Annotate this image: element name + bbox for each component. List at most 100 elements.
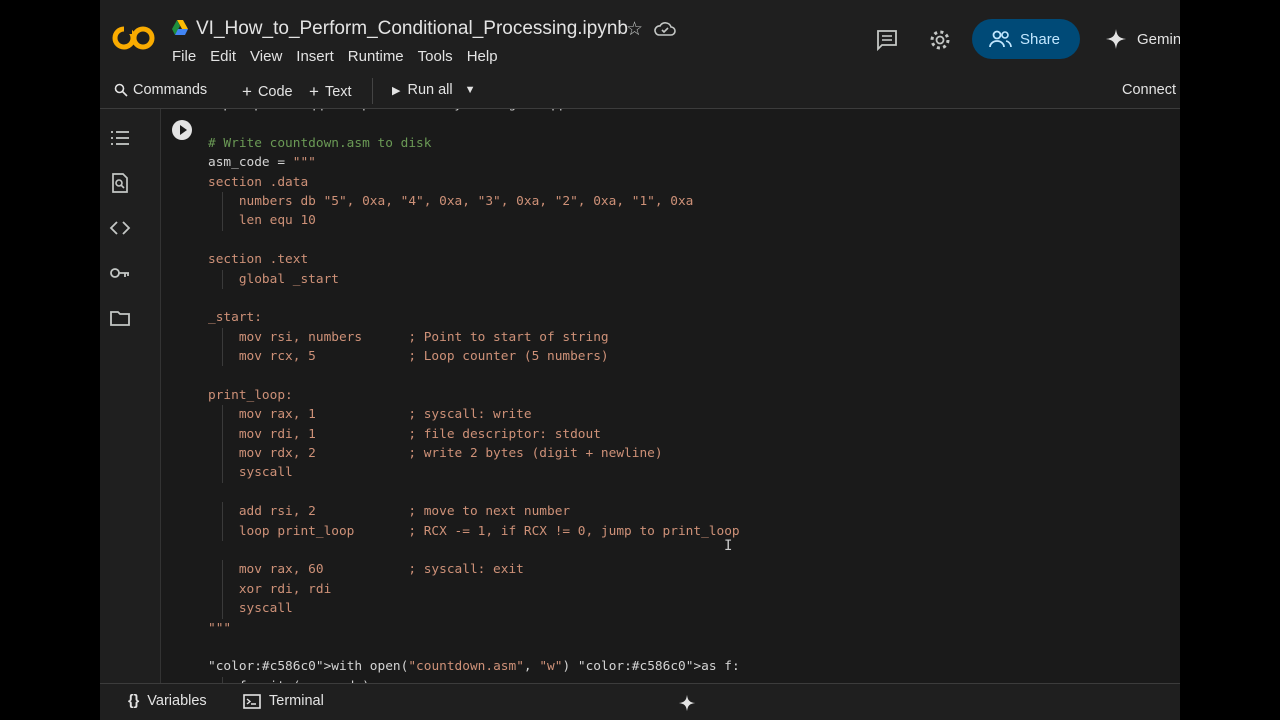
header: VI_How_to_Perform_Conditional_Processing… xyxy=(100,0,1180,74)
commands-label: Commands xyxy=(133,82,208,98)
run-all-button[interactable]: ▶ Run all ▼ xyxy=(392,82,476,98)
notebook-title[interactable]: VI_How_to_Perform_Conditional_Processing… xyxy=(196,18,628,40)
code-line: mov rax, 1 ; syscall: write xyxy=(208,405,740,425)
menu-help[interactable]: Help xyxy=(467,48,498,65)
play-icon: ▶ xyxy=(392,84,401,97)
code-line: section .text xyxy=(208,252,309,268)
indent-guide xyxy=(222,327,223,348)
code-line: # Write countdown.asm to disk xyxy=(208,135,432,151)
indent-guide xyxy=(222,347,223,367)
connect-label: Connect xyxy=(1122,82,1177,98)
code-line: loop print_loop ; RCX -= 1, if RCX != 0,… xyxy=(208,521,740,541)
star-icon[interactable]: ☆ xyxy=(626,18,643,41)
indent-guide xyxy=(222,579,223,600)
code-line: asm_code = """ xyxy=(208,155,316,171)
variables-button[interactable]: {} Variables xyxy=(128,693,207,709)
gemini-sparkle-icon xyxy=(1106,29,1126,49)
code-editor[interactable]: !apt update -qq && apt install -y nasm g… xyxy=(208,109,740,683)
table-of-contents-icon[interactable] xyxy=(109,127,131,149)
toolbar-divider xyxy=(372,78,373,104)
code-line: global _start xyxy=(208,269,740,289)
bottom-bar: {} Variables Terminal xyxy=(100,683,1180,720)
menu-tools[interactable]: Tools xyxy=(418,48,453,65)
run-all-label: Run all xyxy=(407,82,453,98)
code-line: mov rsi, numbers ; Point to start of str… xyxy=(208,327,740,348)
code-line: """ xyxy=(208,620,232,636)
files-folder-icon[interactable] xyxy=(109,307,131,329)
code-line: "color:#c586c0">with open("countdown.asm… xyxy=(208,659,740,675)
menu-file[interactable]: File xyxy=(172,48,196,65)
gemini-sparkle-icon[interactable] xyxy=(678,694,696,712)
text-label: Text xyxy=(324,84,352,100)
code-label: Code xyxy=(257,84,293,100)
share-button[interactable]: Share xyxy=(972,19,1080,59)
indent-guide xyxy=(222,405,223,425)
indent-guide xyxy=(222,424,223,445)
indent-guide xyxy=(222,521,223,541)
search-icon xyxy=(114,83,128,97)
dropdown-arrow-icon[interactable]: ▼ xyxy=(465,84,476,96)
settings-gear-icon[interactable] xyxy=(928,28,952,52)
comment-icon[interactable] xyxy=(875,28,899,52)
code-snippets-icon[interactable] xyxy=(109,217,131,239)
indent-guide xyxy=(222,599,223,619)
add-code-button[interactable]: + Code xyxy=(242,82,293,102)
braces-icon: {} xyxy=(128,693,140,709)
commands-button[interactable]: Commands xyxy=(114,82,207,98)
code-line: mov rcx, 5 ; Loop counter (5 numbers) xyxy=(208,347,740,367)
left-rail xyxy=(100,109,140,683)
secrets-key-icon[interactable] xyxy=(109,262,131,284)
code-line: mov rdi, 1 ; file descriptor: stdout xyxy=(208,424,740,445)
add-text-button[interactable]: + Text xyxy=(309,82,352,102)
code-cell[interactable]: !apt update -qq && apt install -y nasm g… xyxy=(160,109,1180,683)
indent-guide xyxy=(222,560,223,580)
indent-guide xyxy=(222,269,223,289)
menu-view[interactable]: View xyxy=(250,48,282,65)
colab-logo-icon[interactable] xyxy=(112,24,156,52)
gemini-button[interactable]: Gemini xyxy=(1105,28,1180,50)
cloud-saved-icon xyxy=(654,22,676,36)
code-line: xor rdi, rdi xyxy=(208,579,740,600)
gemini-label: Gemini xyxy=(1137,30,1180,48)
people-icon xyxy=(989,30,1012,48)
indent-guide xyxy=(222,444,223,464)
menu-runtime[interactable]: Runtime xyxy=(348,48,404,65)
run-cell-button[interactable] xyxy=(172,120,192,140)
menu-bar: File Edit View Insert Runtime Tools Help xyxy=(172,48,512,65)
code-line: numbers db "5", 0xa, "4", 0xa, "3", 0xa,… xyxy=(208,191,740,212)
connect-button[interactable]: Connect xyxy=(1122,82,1176,98)
code-line: mov rdx, 2 ; write 2 bytes (digit + newl… xyxy=(208,444,740,464)
plus-icon: + xyxy=(309,82,319,101)
drive-icon[interactable] xyxy=(171,19,189,37)
code-line: _start: xyxy=(208,310,262,326)
menu-insert[interactable]: Insert xyxy=(296,48,334,65)
indent-guide xyxy=(222,211,223,231)
colab-window: VI_How_to_Perform_Conditional_Processing… xyxy=(100,0,1180,720)
terminal-label: Terminal xyxy=(269,693,324,709)
indent-guide xyxy=(222,463,223,483)
share-label: Share xyxy=(1020,30,1061,48)
code-line: add rsi, 2 ; move to next number xyxy=(208,502,740,522)
code-line: print_loop: xyxy=(208,387,293,403)
menu-edit[interactable]: Edit xyxy=(210,48,236,65)
terminal-button[interactable]: Terminal xyxy=(243,693,324,709)
variables-label: Variables xyxy=(147,693,207,709)
toolbar: Commands + Code + Text ▶ Run all ▼ Conne… xyxy=(100,74,1180,109)
code-line: len equ 10 xyxy=(208,211,740,231)
terminal-icon xyxy=(243,693,261,709)
code-line: syscall xyxy=(208,599,740,619)
code-line: mov rax, 60 ; syscall: exit xyxy=(208,560,740,580)
plus-icon: + xyxy=(242,82,252,101)
code-line: section .data xyxy=(208,174,309,190)
code-line: syscall xyxy=(208,463,740,483)
indent-guide xyxy=(222,502,223,522)
find-replace-icon[interactable] xyxy=(109,172,131,194)
text-cursor-icon: I xyxy=(724,538,733,554)
